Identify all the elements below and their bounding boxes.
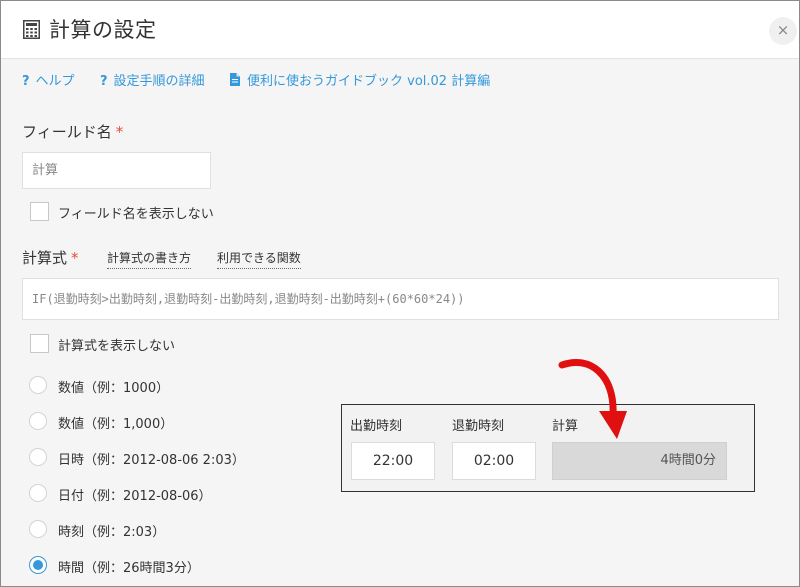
format-radio-number-comma[interactable] [29,412,47,430]
format-radio-date[interactable] [29,484,47,502]
dialog-title: 計算の設定 [49,18,157,42]
close-icon: × [776,21,790,39]
format-radio-time[interactable] [29,520,47,538]
field-name-input[interactable]: 計算 [22,152,211,189]
format-label-duration: 時間（例：26時間3分） [58,561,200,576]
help-link[interactable]: ? ヘルプ [22,70,75,89]
formula-label: 計算式 * [22,249,79,267]
question-icon: ? [100,74,108,89]
guidebook-link[interactable]: 便利に使おうガイドブック vol.02 計算編 [230,70,490,89]
calculator-icon [23,20,40,39]
format-label-number-comma: 数値（例：1,000） [58,417,174,432]
hide-formula-label: 計算式を表示しない [58,339,176,354]
red-arrow-icon [558,358,627,439]
format-label-datetime: 日時（例：2012-08-06 2:03） [58,453,245,468]
hide-field-name-label: フィールド名を表示しない [58,207,214,222]
required-mark: * [115,123,124,141]
required-mark: * [71,249,79,267]
start-time-field[interactable]: 22:00 [351,442,435,480]
hide-formula-checkbox[interactable] [30,334,49,353]
dialog-header: 計算の設定 × [1,1,799,59]
dialog: 計算の設定 × ? ヘルプ ? 設定手順の詳細 便利に使おうガイドブック vol.0… [0,0,800,587]
format-label-date: 日付（例：2012-08-06） [58,489,212,504]
calculation-example-panel: 出勤時刻 退勤時刻 計算 22:00 02:00 4時間0分 [341,404,755,492]
hide-field-name-checkbox[interactable] [30,202,49,221]
format-radio-datetime[interactable] [29,448,47,466]
help-links-bar: ? ヘルプ ? 設定手順の詳細 便利に使おうガイドブック vol.02 計算編 [1,59,799,99]
format-radio-number[interactable] [29,376,47,394]
format-label-number: 数値（例：1000） [58,381,170,396]
available-functions-link[interactable]: 利用できる関数 [217,249,301,269]
close-button[interactable]: × [769,17,797,45]
question-icon: ? [22,74,30,89]
format-label-time: 時刻（例：2:03） [58,525,166,540]
end-time-field[interactable]: 02:00 [452,442,536,480]
setup-steps-link[interactable]: ? 設定手順の詳細 [100,70,205,89]
calc-result-field: 4時間0分 [552,442,727,480]
format-radio-duration[interactable] [29,556,47,574]
document-icon [230,73,240,86]
start-time-label: 出勤時刻 [350,419,403,434]
formula-input[interactable]: IF(退勤時刻>出勤時刻,退勤時刻-出勤時刻,退勤時刻-出勤時刻+(60*60*… [22,278,779,320]
field-name-label: フィールド名 * [22,123,124,141]
formula-howto-link[interactable]: 計算式の書き方 [107,249,192,269]
end-time-label: 退勤時刻 [452,419,505,434]
